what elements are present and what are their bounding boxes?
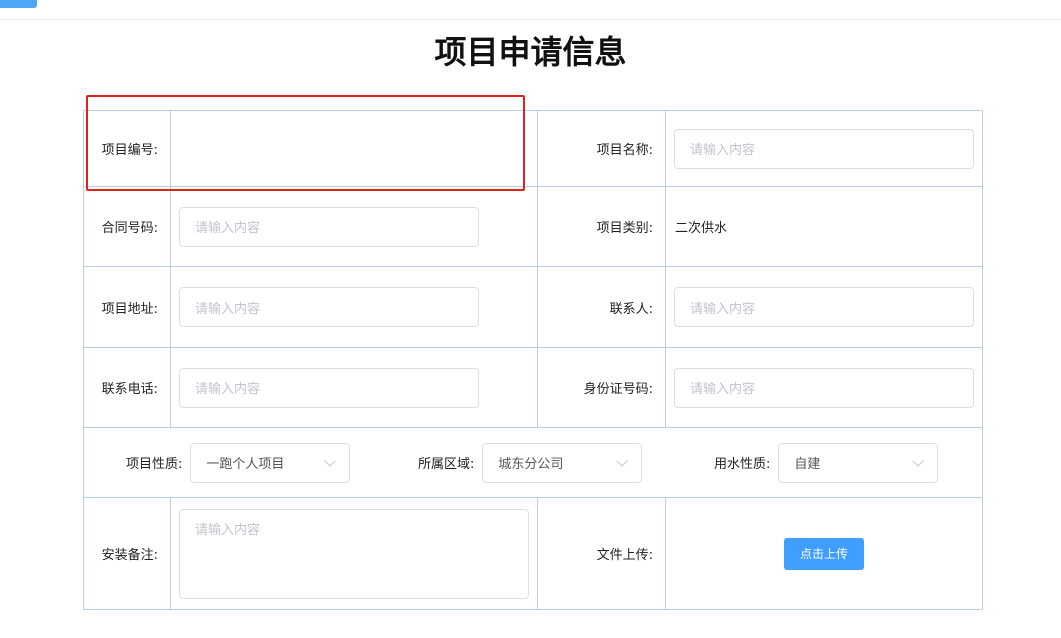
chevron-down-icon (324, 454, 337, 467)
water-nature-group: 用水性质: 自建 (714, 428, 939, 497)
project-address-label: 项目地址: (84, 267, 171, 347)
contract-no-input[interactable]: 请输入内容 (179, 206, 479, 247)
project-nature-select[interactable]: 一跑个人项目 (190, 442, 351, 483)
install-note-textarea[interactable]: 请输入内容 (179, 508, 529, 599)
file-upload-cell: 点击上传 (666, 498, 982, 609)
install-note-label: 安装备注: (84, 498, 171, 609)
install-note-cell: 请输入内容 (171, 498, 538, 609)
project-address-cell: 请输入内容 (171, 267, 538, 347)
top-accent-bar (0, 0, 37, 8)
region-value: 城东分公司 (498, 457, 564, 472)
project-address-input[interactable]: 请输入内容 (179, 287, 479, 327)
project-type-value: 二次供水 (675, 221, 728, 236)
header-divider (0, 19, 1061, 20)
contact-input[interactable]: 请输入内容 (674, 287, 974, 327)
id-no-input[interactable]: 请输入内容 (674, 367, 974, 408)
contact-label: 联系人: (538, 267, 666, 347)
project-type-cell: 二次供水 (666, 187, 982, 266)
project-nature-label: 项目性质: (126, 457, 183, 472)
form-row-5: 项目性质: 一跑个人项目 所属区域: 城东分公司 用水性质: 自建 (84, 428, 982, 498)
water-nature-label: 用水性质: (714, 457, 771, 472)
project-name-cell: 请输入内容 (666, 111, 982, 186)
highlight-annotation-box (86, 95, 525, 191)
form-row-6: 安装备注: 请输入内容 文件上传: 点击上传 (84, 498, 982, 609)
region-group: 所属区域: 城东分公司 (418, 428, 643, 497)
water-nature-value: 自建 (794, 457, 821, 472)
id-no-label: 身份证号码: (538, 348, 666, 427)
file-upload-label: 文件上传: (538, 498, 666, 609)
page-title: 项目申请信息 (434, 33, 627, 71)
region-select[interactable]: 城东分公司 (482, 442, 643, 483)
water-nature-select[interactable]: 自建 (778, 442, 939, 483)
contract-no-cell: 请输入内容 (171, 187, 538, 266)
form-row-3: 项目地址: 请输入内容 联系人: 请输入内容 (84, 267, 982, 348)
chevron-down-icon (616, 454, 629, 467)
project-nature-value: 一跑个人项目 (206, 457, 285, 472)
chevron-down-icon (912, 454, 925, 467)
contact-cell: 请输入内容 (666, 267, 982, 347)
phone-cell: 请输入内容 (171, 348, 538, 427)
id-no-cell: 请输入内容 (666, 348, 982, 427)
project-nature-group: 项目性质: 一跑个人项目 (126, 428, 351, 497)
phone-input[interactable]: 请输入内容 (179, 367, 479, 408)
project-name-label: 项目名称: (538, 111, 666, 186)
project-name-input[interactable]: 请输入内容 (674, 128, 974, 169)
upload-button[interactable]: 点击上传 (784, 537, 864, 570)
contract-no-label: 合同号码: (84, 187, 171, 266)
phone-label: 联系电话: (84, 348, 171, 427)
project-type-label: 项目类别: (538, 187, 666, 266)
form-row-2: 合同号码: 请输入内容 项目类别: 二次供水 (84, 187, 982, 267)
form-row-4: 联系电话: 请输入内容 身份证号码: 请输入内容 (84, 348, 982, 428)
region-label: 所属区域: (418, 457, 475, 472)
